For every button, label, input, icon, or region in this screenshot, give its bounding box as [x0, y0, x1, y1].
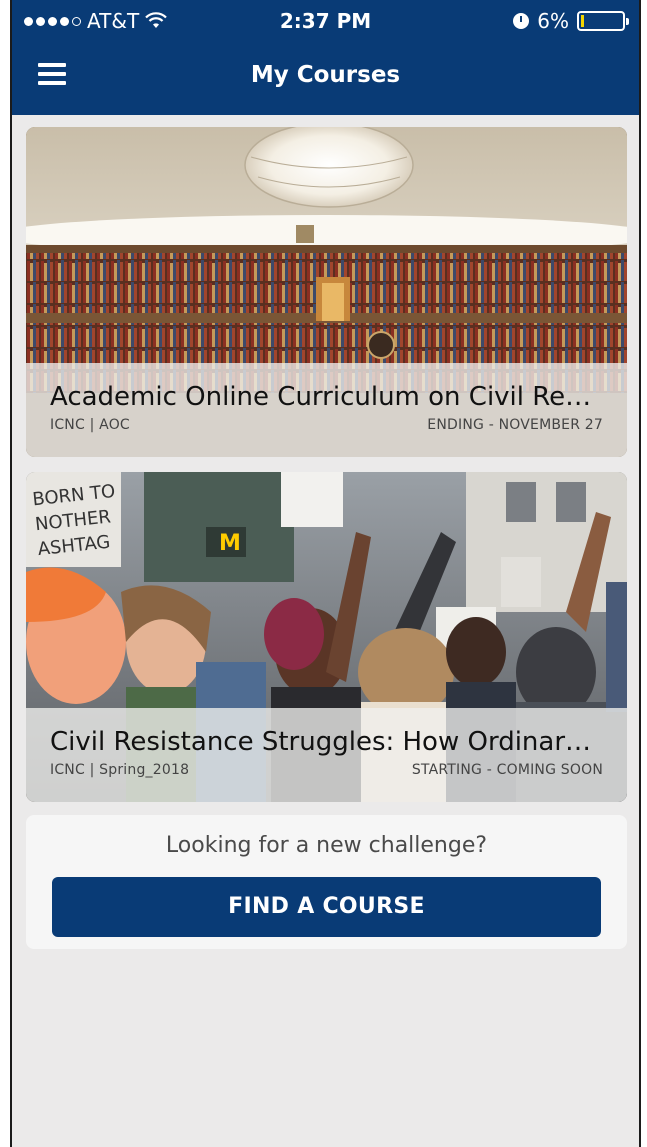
course-status: STARTING - COMING SOON [411, 762, 603, 778]
course-org-code: ICNC | AOC [50, 417, 130, 433]
battery-fill [581, 15, 584, 27]
find-a-course-button[interactable]: FIND A COURSE [52, 877, 601, 937]
app-frame: AT&T 2:37 PM 6% My Courses Academic Onli… [10, 0, 641, 1147]
status-right: 6% [513, 9, 629, 33]
course-caption: Academic Online Curriculum on Civil Resi… [26, 363, 627, 457]
battery-icon [577, 11, 629, 31]
alarm-icon [513, 13, 530, 29]
status-bar: AT&T 2:37 PM 6% [12, 0, 639, 44]
course-org-code: ICNC | Spring_2018 [50, 762, 190, 778]
app-header: AT&T 2:37 PM 6% My Courses [12, 0, 639, 115]
course-status: ENDING - NOVEMBER 27 [427, 417, 603, 433]
page-title: My Courses [250, 62, 401, 88]
promo-text: Looking for a new challenge? [165, 833, 488, 858]
course-title: Academic Online Curriculum on Civil Resi… [50, 382, 603, 412]
course-meta: ICNC | Spring_2018 STARTING - COMING SOO… [50, 762, 603, 778]
nav-bar: My Courses [12, 48, 639, 114]
course-meta: ICNC | AOC ENDING - NOVEMBER 27 [50, 417, 603, 433]
course-card[interactable]: BORN TO NOTHER ASHTAG M Civil Resistance… [26, 472, 627, 802]
svg-text:M: M [219, 531, 241, 556]
course-caption: Civil Resistance Struggles: How Ordinary… [26, 708, 627, 802]
course-card[interactable]: Academic Online Curriculum on Civil Resi… [26, 127, 627, 457]
battery-percent: 6% [537, 9, 569, 33]
course-title: Civil Resistance Struggles: How Ordinary… [50, 727, 603, 757]
find-course-panel: Looking for a new challenge? FIND A COUR… [26, 815, 627, 949]
